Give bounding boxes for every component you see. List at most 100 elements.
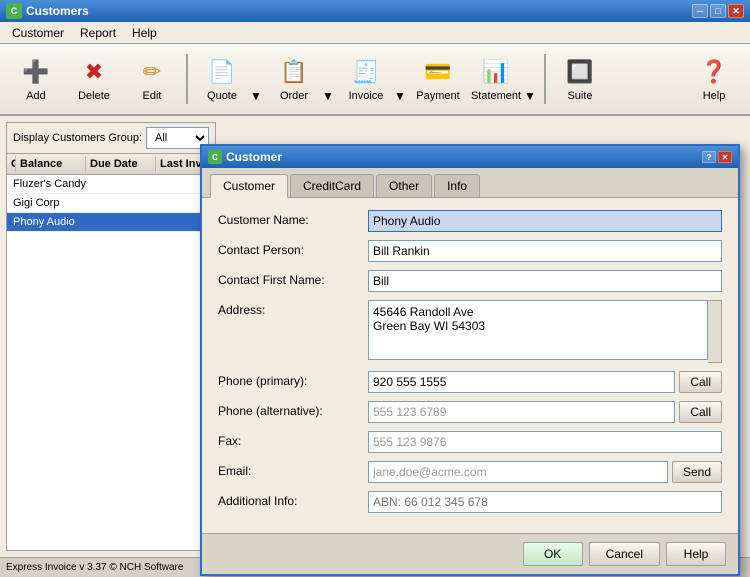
toolbar-edit-button[interactable]: ✏ Edit — [124, 47, 180, 111]
toolbar: ➕ Add ✖ Delete ✏ Edit 📄 Quote ▼ 📋 Order … — [0, 44, 750, 116]
menu-help[interactable]: Help — [124, 24, 165, 42]
additional-info-label: Additional Info: — [218, 491, 368, 508]
dialog-help-button[interactable]: ? — [702, 151, 716, 163]
toolbar-statement-button[interactable]: 📊 Statement — [468, 47, 524, 111]
fax-input[interactable] — [368, 431, 722, 453]
address-scrollbar[interactable] — [708, 300, 722, 363]
order-icon: 📋 — [278, 56, 310, 88]
group-bar: Display Customers Group: All — [7, 123, 215, 154]
contact-person-input[interactable] — [368, 240, 722, 262]
dialog-close-button[interactable]: ✕ — [718, 151, 732, 163]
address-wrapper: 45646 Randoll Ave Green Bay WI 54303 — [368, 300, 722, 363]
contact-first-name-input[interactable] — [368, 270, 722, 292]
customer-name-row: Customer Name: — [218, 210, 722, 232]
quote-label: Quote — [207, 90, 237, 102]
list-item[interactable]: Phony Audio — [7, 213, 215, 232]
delete-icon: ✖ — [78, 56, 110, 88]
maximize-button[interactable]: □ — [710, 4, 726, 18]
close-button[interactable]: ✕ — [728, 4, 744, 18]
quote-icon: 📄 — [206, 56, 238, 88]
customer-panel: Display Customers Group: All Customer Ba… — [6, 122, 216, 551]
phone-primary-label: Phone (primary): — [218, 371, 368, 388]
dialog-title-text: Customer — [226, 150, 282, 164]
help-icon: ❓ — [698, 56, 730, 88]
fax-row: Fax: — [218, 431, 722, 453]
customer-name-label: Customer Name: — [218, 210, 368, 227]
email-label: Email: — [218, 461, 368, 478]
menu-report[interactable]: Report — [72, 24, 124, 42]
tab-customer[interactable]: Customer — [210, 174, 288, 198]
contact-person-row: Contact Person: — [218, 240, 722, 262]
toolbar-delete-button[interactable]: ✖ Delete — [66, 47, 122, 111]
dialog-form: Customer Name: Contact Person: Contact F… — [202, 198, 738, 533]
title-bar: C Customers ─ □ ✕ — [0, 0, 750, 22]
toolbar-quote-button[interactable]: 📄 Quote — [194, 47, 250, 111]
ok-button[interactable]: OK — [523, 542, 583, 566]
group-label: Display Customers Group: — [13, 132, 142, 144]
quote-dropdown[interactable]: ▼ — [250, 47, 264, 111]
title-bar-buttons: ─ □ ✕ — [692, 4, 744, 18]
call-alt-button[interactable]: Call — [679, 401, 722, 423]
phone-primary-input[interactable] — [368, 371, 675, 393]
invoice-group: 🧾 Invoice ▼ — [338, 47, 408, 111]
list-item[interactable]: Fluzer's Candy — [7, 175, 215, 194]
customer-name-input[interactable] — [368, 210, 722, 232]
tab-other[interactable]: Other — [376, 174, 432, 197]
app-icon: C — [6, 3, 22, 19]
toolbar-invoice-button[interactable]: 🧾 Invoice — [338, 47, 394, 111]
suite-label: Suite — [567, 90, 592, 102]
toolbar-help-button[interactable]: ❓ Help — [686, 47, 742, 111]
additional-info-input[interactable] — [368, 491, 722, 513]
col-due-date: Due Date — [86, 156, 156, 172]
email-row: Email: Send — [218, 461, 722, 483]
col-customer: Customer — [7, 156, 16, 172]
phone-primary-row: Phone (primary): Call — [218, 371, 722, 393]
address-label: Address: — [218, 300, 368, 317]
dialog-icon: C — [208, 150, 222, 164]
invoice-icon: 🧾 — [350, 56, 382, 88]
toolbar-suite-button[interactable]: 🔲 Suite — [552, 47, 608, 111]
email-input[interactable] — [368, 461, 668, 483]
statement-label: Statement — [471, 90, 521, 102]
phone-primary-group: Call — [368, 371, 722, 393]
send-button[interactable]: Send — [672, 461, 722, 483]
toolbar-add-button[interactable]: ➕ Add — [8, 47, 64, 111]
additional-info-row: Additional Info: — [218, 491, 722, 513]
statement-icon: 📊 — [480, 56, 512, 88]
call-primary-button[interactable]: Call — [679, 371, 722, 393]
minimize-button[interactable]: ─ — [692, 4, 708, 18]
menu-bar: Customer Report Help — [0, 22, 750, 44]
phone-alt-input[interactable] — [368, 401, 675, 423]
add-label: Add — [26, 90, 46, 102]
payment-icon: 💳 — [422, 56, 454, 88]
toolbar-order-button[interactable]: 📋 Order — [266, 47, 322, 111]
address-input[interactable]: 45646 Randoll Ave Green Bay WI 54303 — [368, 300, 708, 360]
list-item[interactable]: Gigi Corp — [7, 194, 215, 213]
customer-dialog: C Customer ? ✕ Customer CreditCard Other… — [200, 144, 740, 576]
separator-2 — [544, 54, 546, 104]
invoice-dropdown[interactable]: ▼ — [394, 47, 408, 111]
address-row: Address: 45646 Randoll Ave Green Bay WI … — [218, 300, 722, 363]
order-dropdown[interactable]: ▼ — [322, 47, 336, 111]
app-title: Customers — [26, 4, 89, 18]
add-icon: ➕ — [20, 56, 52, 88]
payment-label: Payment — [416, 90, 459, 102]
col-balance: Balance — [16, 156, 86, 172]
help-button[interactable]: Help — [666, 542, 726, 566]
statement-dropdown[interactable]: ▼ — [524, 47, 538, 111]
contact-first-name-row: Contact First Name: — [218, 270, 722, 292]
cancel-button[interactable]: Cancel — [589, 542, 660, 566]
phone-alt-group: Call — [368, 401, 722, 423]
menu-customer[interactable]: Customer — [4, 24, 72, 42]
suite-icon: 🔲 — [564, 56, 596, 88]
toolbar-payment-button[interactable]: 💳 Payment — [410, 47, 466, 111]
list-header: Customer Balance Due Date Last Invoice S… — [7, 154, 215, 175]
statement-group: 📊 Statement ▼ — [468, 47, 538, 111]
edit-icon: ✏ — [136, 56, 168, 88]
tab-creditcard[interactable]: CreditCard — [290, 174, 374, 197]
contact-first-name-label: Contact First Name: — [218, 270, 368, 287]
tab-info[interactable]: Info — [434, 174, 480, 197]
order-group: 📋 Order ▼ — [266, 47, 336, 111]
edit-label: Edit — [143, 90, 162, 102]
status-text: Express Invoice v 3.37 © NCH Software — [6, 562, 183, 573]
